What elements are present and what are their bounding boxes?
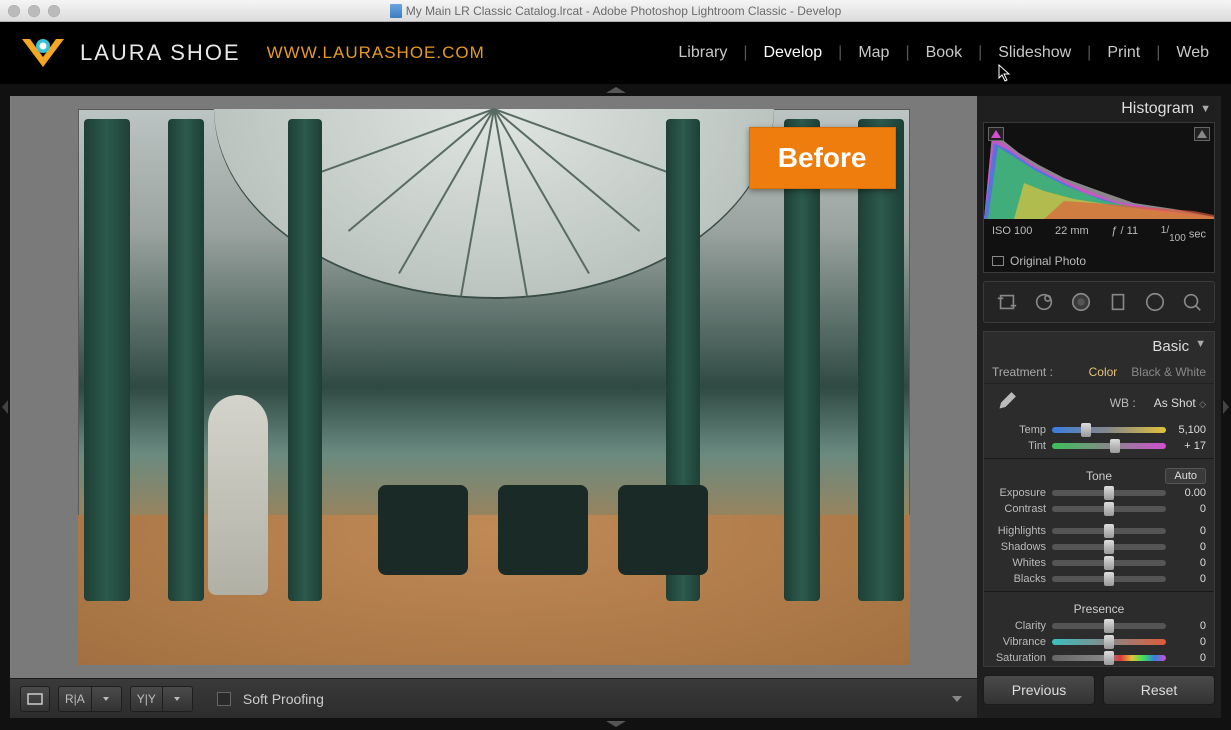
nav-develop[interactable]: Develop	[759, 44, 826, 62]
adjustment-brush-tool[interactable]	[1178, 288, 1206, 316]
radial-filter-tool[interactable]	[1141, 288, 1169, 316]
original-photo-label: Original Photo	[1010, 254, 1086, 268]
clarity-slider[interactable]: Clarity0	[984, 618, 1214, 634]
exif-aperture: ƒ / 11	[1111, 225, 1138, 244]
top-panel-handle[interactable]	[0, 84, 1231, 96]
whites-slider[interactable]: Whites0	[984, 555, 1214, 571]
basic-title: Basic	[1152, 338, 1189, 355]
nav-print[interactable]: Print	[1103, 44, 1144, 62]
right-panel-handle[interactable]	[1221, 96, 1231, 718]
wb-dropdown[interactable]: As Shot ◇	[1154, 396, 1206, 410]
exposure-slider[interactable]: Exposure0.00	[984, 485, 1214, 501]
wb-label: WB :	[1110, 396, 1136, 410]
exif-focal: 22 mm	[1055, 225, 1089, 244]
auto-tone-button[interactable]: Auto	[1165, 468, 1206, 484]
histogram-graph[interactable]	[984, 123, 1214, 219]
nav-map[interactable]: Map	[854, 44, 893, 62]
left-panel-handle[interactable]	[0, 96, 10, 718]
nav-slideshow[interactable]: Slideshow	[994, 44, 1075, 62]
original-photo-row[interactable]: Original Photo	[984, 250, 1214, 272]
loupe-view-button[interactable]	[20, 686, 50, 712]
app-window: My Main LR Classic Catalog.lrcat - Adobe…	[0, 0, 1231, 730]
scene-statue	[208, 395, 268, 595]
soft-proofing-checkbox[interactable]	[217, 692, 231, 706]
vibrance-slider[interactable]: Vibrance0	[984, 634, 1214, 650]
treatment-label: Treatment :	[992, 365, 1053, 379]
spot-removal-tool[interactable]	[1030, 288, 1058, 316]
identity-plate: LAURA SHOE WWW.LAURASHOE.COM	[18, 33, 485, 73]
graduated-filter-tool[interactable]	[1104, 288, 1132, 316]
treatment-row: Treatment : Color Black & White	[984, 361, 1214, 384]
window-title-text: My Main LR Classic Catalog.lrcat - Adobe…	[406, 4, 842, 18]
before-after-ra-dropdown[interactable]	[92, 686, 122, 712]
chevron-down-icon: ▼	[1195, 338, 1206, 355]
reset-button[interactable]: Reset	[1103, 675, 1215, 705]
histogram-header[interactable]: Histogram ▼	[977, 96, 1221, 122]
window-title: My Main LR Classic Catalog.lrcat - Adobe…	[0, 4, 1231, 18]
saturation-slider[interactable]: Saturation0	[984, 650, 1214, 666]
basic-panel: Basic ▼ Treatment : Color Black & White W…	[983, 331, 1215, 667]
redeye-tool[interactable]	[1067, 288, 1095, 316]
main-area: Before R|A Y|Y Soft Proofing	[10, 96, 977, 718]
eyedropper-icon[interactable]	[992, 390, 1018, 416]
logo-icon	[18, 33, 68, 73]
blacks-slider[interactable]: Blacks0	[984, 571, 1214, 587]
histogram-exif: ISO 100 22 mm ƒ / 11 1/100 sec	[984, 219, 1214, 250]
before-after-yy-group: Y|Y	[130, 686, 193, 712]
before-after-ra-group: R|A	[58, 686, 122, 712]
nav-book[interactable]: Book	[922, 44, 966, 62]
treatment-color[interactable]: Color	[1089, 365, 1118, 379]
local-tools-row	[983, 281, 1215, 323]
soft-proofing-label: Soft Proofing	[243, 691, 324, 707]
logo-url: WWW.LAURASHOE.COM	[267, 43, 485, 63]
tint-slider[interactable]: Tint+ 17	[984, 438, 1214, 454]
previous-button[interactable]: Previous	[983, 675, 1095, 705]
logo-text: LAURA SHOE	[80, 40, 241, 66]
crop-tool[interactable]	[993, 288, 1021, 316]
treatment-bw[interactable]: Black & White	[1131, 365, 1206, 379]
photo: Before	[78, 109, 910, 665]
treatment-segment: Color Black & White	[1089, 365, 1206, 379]
histogram-panel: ISO 100 22 mm ƒ / 11 1/100 sec Original …	[983, 122, 1215, 273]
develop-toolbar: R|A Y|Y Soft Proofing	[10, 678, 977, 718]
nav-library[interactable]: Library	[674, 44, 731, 62]
basic-header[interactable]: Basic ▼	[984, 332, 1214, 361]
mac-titlebar: My Main LR Classic Catalog.lrcat - Adobe…	[0, 0, 1231, 22]
nav-web[interactable]: Web	[1172, 44, 1213, 62]
module-picker: Library| Develop| Map| Book| Slideshow| …	[674, 44, 1213, 62]
histogram-title: Histogram	[1121, 100, 1194, 118]
image-canvas[interactable]: Before	[10, 96, 977, 678]
wb-row: WB : As Shot ◇	[984, 384, 1214, 422]
right-panel: Histogram ▼ ISO 100	[977, 96, 1221, 718]
contrast-slider[interactable]: Contrast0	[984, 501, 1214, 517]
exif-shutter: 1/100 sec	[1161, 225, 1206, 244]
previous-reset-row: Previous Reset	[977, 667, 1221, 713]
before-after-yy-button[interactable]: Y|Y	[130, 686, 163, 712]
shadows-slider[interactable]: Shadows0	[984, 539, 1214, 555]
temp-slider[interactable]: Temp5,100	[984, 422, 1214, 438]
document-icon	[390, 4, 402, 18]
before-after-yy-dropdown[interactable]	[163, 686, 193, 712]
tone-subhead: ToneAuto	[984, 463, 1214, 485]
filmstrip-handle[interactable]	[0, 718, 1231, 730]
before-overlay: Before	[749, 127, 896, 189]
presence-subhead: Presence	[984, 596, 1214, 618]
highlights-slider[interactable]: Highlights0	[984, 523, 1214, 539]
exif-iso: ISO 100	[992, 225, 1032, 244]
app-header: LAURA SHOE WWW.LAURASHOE.COM Library| De…	[0, 22, 1231, 84]
shadow-clip-indicator[interactable]	[988, 127, 1004, 141]
app-body: Before R|A Y|Y Soft Proofing	[0, 96, 1231, 718]
chevron-down-icon: ▼	[1200, 103, 1211, 115]
original-photo-checkbox-icon	[992, 256, 1004, 266]
image-frame: Before	[16, 102, 971, 672]
highlight-clip-indicator[interactable]	[1194, 127, 1210, 141]
before-after-ra-button[interactable]: R|A	[58, 686, 92, 712]
toolbar-more-dropdown[interactable]	[947, 689, 967, 709]
